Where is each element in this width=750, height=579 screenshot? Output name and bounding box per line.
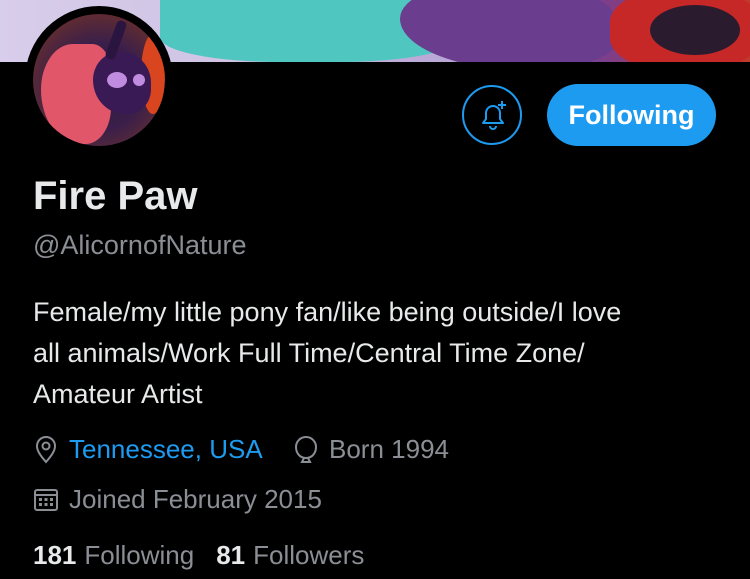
avatar-eye-2 bbox=[133, 74, 145, 86]
bell-plus-icon bbox=[482, 101, 506, 130]
following-button[interactable]: Following bbox=[547, 84, 716, 146]
profile-handle: @AlicornofNature bbox=[33, 230, 247, 260]
balloon-icon bbox=[294, 435, 318, 463]
bio-line: Amateur Artist bbox=[33, 379, 203, 409]
born-text: Born 1994 bbox=[329, 434, 449, 464]
followers-stat[interactable]: 81 Followers bbox=[216, 540, 364, 571]
bio-line: all animals/Work Full Time/Central Time … bbox=[33, 338, 585, 368]
avatar[interactable] bbox=[33, 14, 165, 146]
follow-stats: 181 Following 81 Followers bbox=[33, 540, 386, 571]
avatar-eye bbox=[107, 72, 127, 88]
following-stat[interactable]: 181 Following bbox=[33, 540, 194, 571]
notifications-button[interactable] bbox=[462, 85, 522, 145]
following-count: 181 bbox=[33, 540, 77, 570]
banner-art-purple bbox=[400, 0, 620, 62]
followers-count: 81 bbox=[216, 540, 246, 570]
profile-name: Fire Paw bbox=[33, 174, 198, 218]
following-label: Following bbox=[84, 540, 195, 570]
location-link[interactable]: Tennessee, USA bbox=[69, 434, 263, 465]
bio-line: Female/my little pony fan/like being out… bbox=[33, 297, 622, 327]
banner-art-dark bbox=[650, 5, 740, 55]
location-pin-icon bbox=[35, 435, 57, 464]
profile-location: Tennessee, USA bbox=[33, 434, 263, 465]
profile-birthdate: Born 1994 bbox=[293, 434, 449, 465]
profile-bio: Female/my little pony fan/like being out… bbox=[33, 292, 723, 415]
profile-joined: Joined February 2015 bbox=[33, 484, 322, 515]
followers-label: Followers bbox=[253, 540, 365, 570]
calendar-icon bbox=[34, 488, 58, 511]
joined-text: Joined February 2015 bbox=[69, 484, 322, 514]
